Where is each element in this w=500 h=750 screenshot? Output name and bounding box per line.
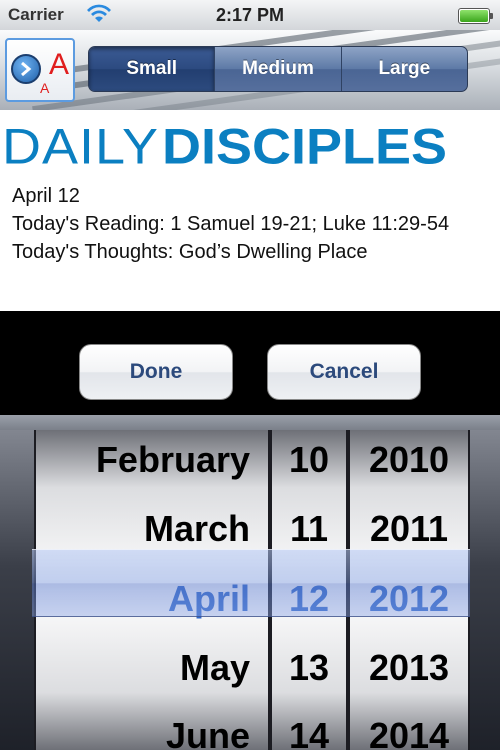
daily-disciples-logo: DAILY DISCIPLES bbox=[0, 116, 500, 176]
date-picker: February March April May June 10 11 12 1… bbox=[0, 415, 500, 750]
year-option[interactable]: 2014 bbox=[350, 706, 468, 750]
toolbar: A A Small Medium Large bbox=[0, 30, 500, 110]
devotional-date: April 12 bbox=[12, 185, 80, 207]
year-option[interactable]: 2010 bbox=[350, 430, 468, 490]
status-bar: Carrier 2:17 PM bbox=[0, 0, 500, 30]
action-bar: Done Cancel bbox=[0, 311, 500, 415]
font-small-letter: A bbox=[40, 80, 50, 96]
clock: 2:17 PM bbox=[215, 5, 285, 25]
month-option[interactable]: May bbox=[36, 638, 268, 698]
todays-reading: Today's Reading: 1 Samuel 19-21; Luke 11… bbox=[12, 213, 450, 235]
battery-icon bbox=[458, 8, 493, 24]
segment-small[interactable]: Small bbox=[89, 47, 216, 91]
devotional-content: DAILY DISCIPLES April 12 Today's Reading… bbox=[0, 110, 500, 311]
logo-daily: DAILY bbox=[2, 119, 160, 175]
month-option[interactable]: February bbox=[36, 430, 268, 490]
font-large-letter: A bbox=[49, 48, 70, 81]
segment-medium[interactable]: Medium bbox=[215, 47, 342, 91]
cancel-button[interactable]: Cancel bbox=[267, 344, 421, 400]
day-option[interactable]: 13 bbox=[272, 638, 346, 698]
font-size-button[interactable]: A A bbox=[5, 38, 75, 102]
year-option[interactable]: 2013 bbox=[350, 638, 468, 698]
segment-large[interactable]: Large bbox=[342, 47, 467, 91]
done-button[interactable]: Done bbox=[79, 344, 233, 400]
month-option[interactable]: June bbox=[36, 706, 268, 750]
day-option[interactable]: 10 bbox=[272, 430, 346, 490]
text-size-segmented-control: Small Medium Large bbox=[88, 46, 468, 92]
devotional-info: April 12 Today's Reading: 1 Samuel 19-21… bbox=[12, 182, 490, 266]
todays-thoughts: Today's Thoughts: God’s Dwelling Place bbox=[12, 241, 368, 263]
day-option[interactable]: 14 bbox=[272, 706, 346, 750]
picker-selection-indicator bbox=[32, 549, 470, 617]
chevron-right-icon bbox=[11, 54, 41, 84]
logo-disciples: DISCIPLES bbox=[162, 119, 448, 175]
